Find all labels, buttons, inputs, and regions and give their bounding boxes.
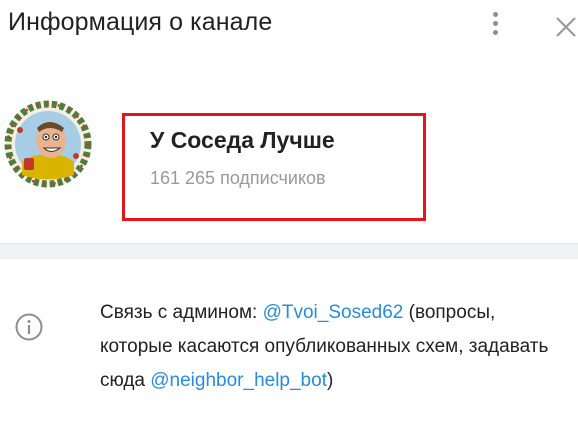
dialog-header: Информация о канале bbox=[0, 0, 578, 52]
close-button[interactable] bbox=[549, 6, 578, 40]
description-text: ) bbox=[326, 370, 334, 391]
description-text: Связь с админом: bbox=[100, 302, 263, 323]
channel-description-section: Связь с админом: @Tvoi_Sosed62 (вопросы,… bbox=[0, 290, 578, 400]
more-options-button[interactable] bbox=[484, 8, 506, 40]
info-icon bbox=[15, 313, 43, 341]
channel-profile: У Соседа Лучше 161 265 подписчиков bbox=[0, 95, 578, 225]
more-vertical-icon-dot bbox=[493, 30, 498, 35]
section-divider bbox=[0, 243, 578, 259]
subscriber-count: 161 265 подписчиков bbox=[150, 168, 326, 188]
help-bot-link[interactable]: @neighbor_help_bot bbox=[150, 370, 327, 391]
channel-name: У Соседа Лучше bbox=[150, 127, 335, 153]
dialog-title: Информация о канале bbox=[8, 8, 273, 36]
channel-avatar[interactable] bbox=[4, 100, 92, 188]
close-icon bbox=[556, 17, 576, 37]
admin-contact-link[interactable]: @Tvoi_Sosed62 bbox=[263, 302, 404, 323]
channel-description: Связь с админом: @Tvoi_Sosed62 (вопросы,… bbox=[100, 296, 570, 398]
more-vertical-icon-dot bbox=[493, 21, 498, 26]
more-vertical-icon-dot bbox=[493, 12, 498, 17]
